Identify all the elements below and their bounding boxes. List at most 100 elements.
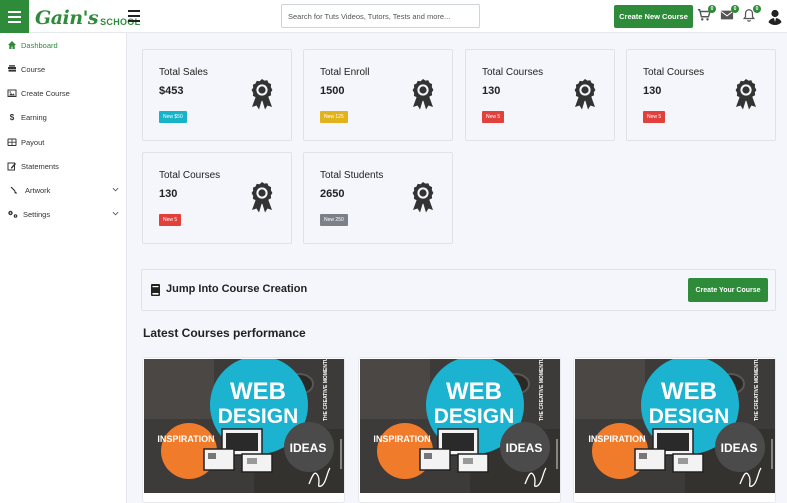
logo-text: Gain's (35, 7, 99, 29)
stat-card-2: Total Enroll 1500 New 125 (303, 49, 453, 141)
stat-badge: New 250 (320, 214, 348, 226)
home-icon (7, 40, 17, 50)
sidebar: Dashboard Course Create Course $ Earning… (0, 33, 127, 503)
books-icon (7, 64, 17, 74)
mail-badge: 0 (731, 5, 739, 13)
jump-into-course-creation-panel: Jump Into Course Creation Create Your Co… (141, 269, 776, 311)
latest-courses-title: Latest Courses performance (143, 326, 306, 340)
edit-icon (7, 161, 17, 171)
brush-icon (9, 185, 19, 195)
web-design-artwork: WEB DESIGN INSPIRATION IDEAS THE CREATIV… (144, 359, 344, 493)
gears-icon (7, 209, 19, 219)
award-ribbon-icon (251, 79, 273, 110)
logo[interactable]: Gain's SCHOOL (35, 6, 140, 28)
sidebar-item-artwork[interactable]: Artwork (0, 180, 127, 200)
notifications-badge: 0 (753, 5, 761, 13)
sidebar-item-label: Statements (21, 161, 59, 171)
notifications-button[interactable]: 0 (742, 5, 761, 24)
chevron-down-icon (112, 211, 119, 216)
sidebar-item-label: Create Course (21, 88, 70, 98)
course-thumbnail[interactable]: WEB DESIGN INSPIRATION IDEAS THE CREATIV… (360, 359, 560, 493)
stat-title: Total Enroll (320, 67, 370, 78)
thumb-design: DESIGN (218, 405, 299, 428)
thumb-design: DESIGN (649, 405, 730, 428)
hamburger-icon (8, 10, 21, 23)
stat-badge: New 5 (482, 111, 505, 123)
top-bar: Gain's SCHOOL Create New Course 0 0 0 (0, 0, 787, 33)
sidebar-item-create-course[interactable]: Create Course (0, 83, 127, 103)
sidebar-item-earning[interactable]: $ Earning (0, 107, 127, 127)
thumb-inspiration: INSPIRATION (157, 434, 214, 444)
thumb-design: DESIGN (434, 405, 515, 428)
thumb-side: THE CREATIVE MOMENTUM (754, 359, 760, 421)
sidebar-item-label: Earning (21, 112, 47, 122)
stat-title: Total Courses (482, 67, 544, 78)
image-icon (7, 88, 17, 98)
course-card-3[interactable]: WEB DESIGN INSPIRATION IDEAS THE CREATIV… (573, 357, 776, 503)
stat-value: $453 (159, 85, 184, 97)
jump-title: Jump Into Course Creation (166, 283, 308, 295)
stat-title: Total Sales (159, 67, 208, 78)
award-ribbon-icon (412, 182, 434, 213)
thumb-web: WEB (446, 378, 502, 405)
stat-card-3: Total Courses 130 New 5 (465, 49, 615, 141)
web-design-artwork: WEB DESIGN INSPIRATION IDEAS THE CREATIV… (575, 359, 775, 493)
thumb-ideas: IDEAS (721, 441, 758, 455)
stat-title: Total Courses (643, 67, 705, 78)
sidebar-item-statements[interactable]: Statements (0, 156, 127, 176)
menu-toggle-button[interactable] (128, 10, 140, 22)
stat-card-5: Total Courses 130 New 5 (142, 152, 292, 244)
course-thumbnail[interactable]: WEB DESIGN INSPIRATION IDEAS THE CREATIV… (144, 359, 344, 493)
user-avatar-icon (768, 9, 782, 25)
stat-title: Total Courses (159, 170, 221, 181)
create-your-course-button[interactable]: Create Your Course (688, 278, 768, 302)
stat-value: 1500 (320, 85, 345, 97)
dollar-icon: $ (9, 112, 15, 122)
award-ribbon-icon (735, 79, 757, 110)
thumb-side: THE CREATIVE MOMENTUM (323, 359, 329, 421)
stat-value: 130 (643, 85, 662, 97)
sidebar-item-payout[interactable]: Payout (0, 132, 127, 152)
sidebar-item-settings[interactable]: Settings (0, 204, 127, 224)
stat-card-1: Total Sales $453 New $50 (142, 49, 292, 141)
stat-badge: New 5 (159, 214, 182, 226)
course-thumbnail[interactable]: WEB DESIGN INSPIRATION IDEAS THE CREATIV… (575, 359, 775, 493)
mail-button[interactable]: 0 (720, 5, 739, 24)
cart-badge: 0 (708, 5, 716, 13)
award-ribbon-icon (574, 79, 596, 110)
stat-card-4: Total Courses 130 New 5 (626, 49, 776, 141)
course-card-2[interactable]: WEB DESIGN INSPIRATION IDEAS THE CREATIV… (358, 357, 561, 503)
sidebar-item-label: Payout (21, 137, 45, 147)
avatar[interactable] (766, 7, 784, 25)
stat-value: 2650 (320, 188, 345, 200)
thumb-web: WEB (661, 378, 717, 405)
sidebar-item-label: Course (21, 64, 46, 74)
stat-badge: New 125 (320, 111, 348, 123)
sidebar-toggle-button[interactable] (0, 0, 29, 33)
cart-button[interactable]: 0 (697, 5, 716, 24)
thumb-side: THE CREATIVE MOMENTUM (539, 359, 545, 421)
sidebar-item-label: Artwork (25, 185, 51, 195)
course-card-1[interactable]: WEB DESIGN INSPIRATION IDEAS THE CREATIV… (142, 357, 345, 503)
create-new-course-button[interactable]: Create New Course (614, 5, 693, 28)
stat-badge: New $50 (159, 111, 187, 123)
award-ribbon-icon (412, 79, 434, 110)
thumb-inspiration: INSPIRATION (373, 434, 430, 444)
stat-title: Total Students (320, 170, 384, 181)
thumb-ideas: IDEAS (506, 441, 543, 455)
award-ribbon-icon (251, 182, 273, 213)
thumb-ideas: IDEAS (290, 441, 327, 455)
sidebar-item-dashboard[interactable]: Dashboard (0, 35, 127, 55)
sidebar-item-course[interactable]: Course (0, 59, 127, 79)
wallet-icon (7, 137, 17, 147)
web-design-artwork: WEB DESIGN INSPIRATION IDEAS THE CREATIV… (360, 359, 560, 493)
thumb-inspiration: INSPIRATION (588, 434, 645, 444)
stat-value: 130 (159, 188, 178, 200)
stat-badge: New 5 (643, 111, 666, 123)
search-input[interactable] (281, 4, 480, 28)
chevron-down-icon (112, 187, 119, 192)
stat-card-6: Total Students 2650 New 250 (303, 152, 453, 244)
hamburger-icon (128, 10, 140, 22)
book-icon (151, 284, 160, 296)
sidebar-item-label: Dashboard (21, 40, 58, 50)
